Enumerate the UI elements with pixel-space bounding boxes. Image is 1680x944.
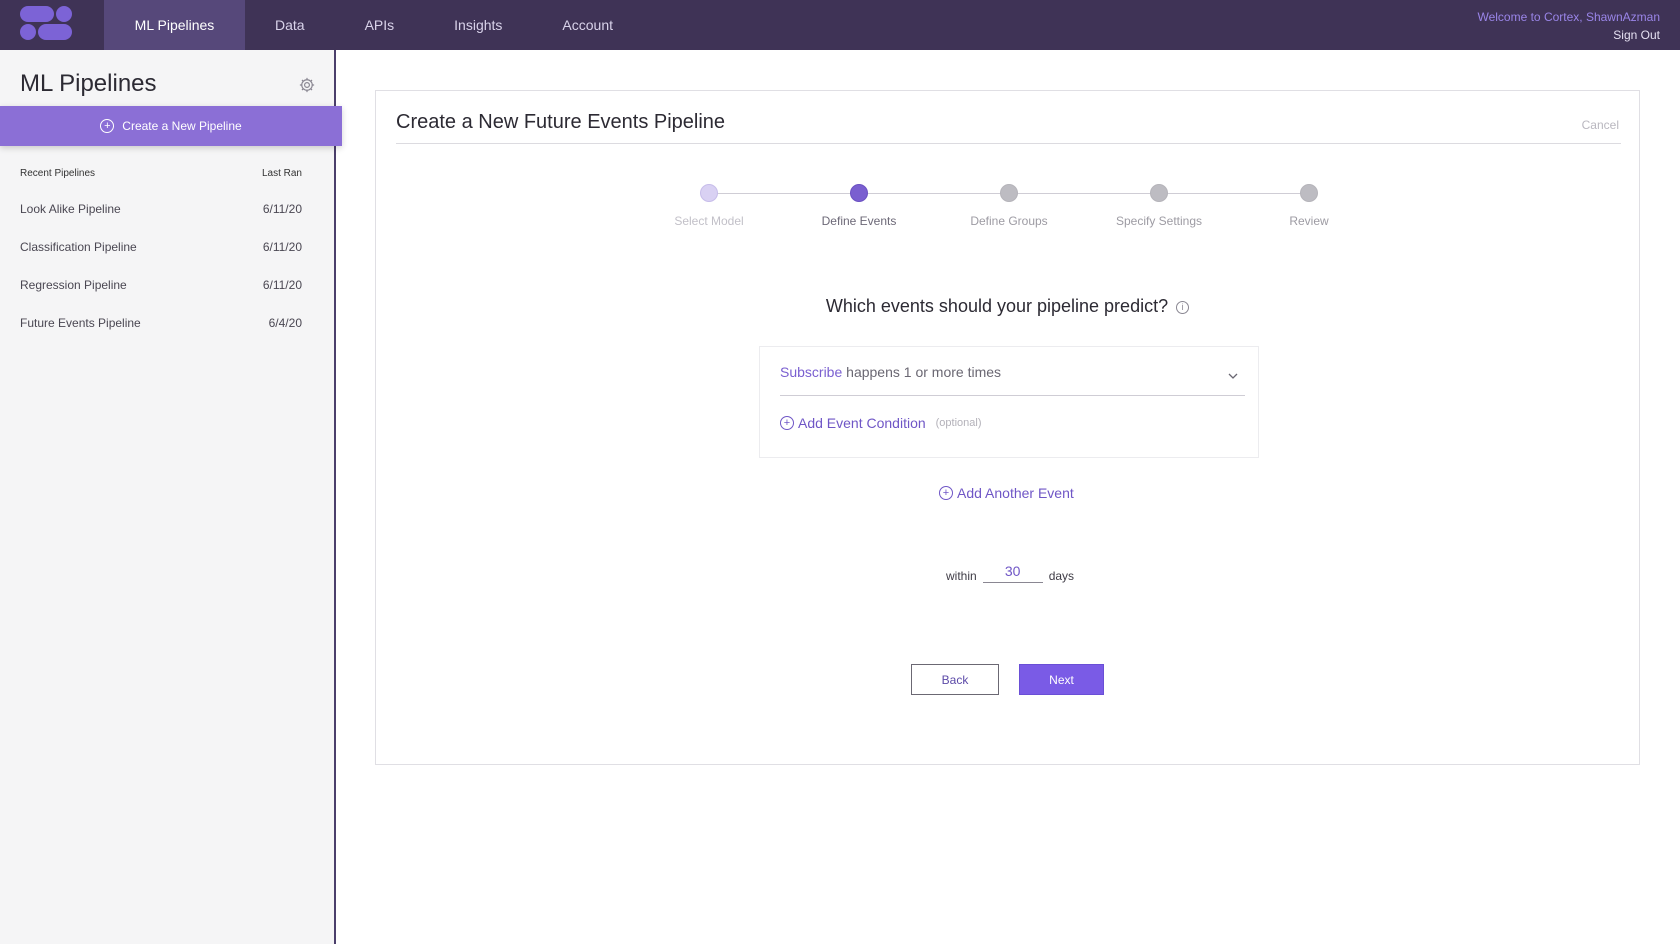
days-label: days bbox=[1048, 569, 1075, 583]
pipeline-item[interactable]: Classification Pipeline 6/11/20 bbox=[20, 240, 302, 254]
pipeline-date: 6/11/20 bbox=[262, 278, 302, 292]
within-days-row: within days bbox=[946, 559, 1074, 583]
add-condition-label: Add Event Condition bbox=[798, 415, 926, 431]
sidebar-title: ML Pipelines bbox=[20, 70, 157, 97]
pipeline-item[interactable]: Future Events Pipeline 6/4/20 bbox=[20, 316, 302, 330]
step-select-model[interactable]: Select Model bbox=[634, 183, 784, 228]
step-review[interactable]: Review bbox=[1234, 183, 1384, 228]
nav-apis[interactable]: APIs bbox=[335, 0, 425, 50]
nav-insights[interactable]: Insights bbox=[424, 0, 532, 50]
step-label: Define Events bbox=[821, 214, 897, 228]
top-nav: ML Pipelines Data APIs Insights Account … bbox=[0, 0, 1680, 50]
step-dot bbox=[1000, 184, 1018, 202]
step-dot bbox=[700, 184, 718, 202]
add-another-label: Add Another Event bbox=[957, 485, 1074, 501]
last-ran-label: Last Ran bbox=[261, 168, 302, 179]
add-another-event-button[interactable]: + Add Another Event bbox=[939, 485, 1074, 501]
pipeline-date: 6/11/20 bbox=[262, 202, 302, 216]
cancel-link[interactable]: Cancel bbox=[1582, 118, 1619, 132]
events-question: Which events should your pipeline predic… bbox=[376, 296, 1639, 317]
optional-label: (optional) bbox=[935, 417, 982, 429]
event-name: Subscribe bbox=[780, 364, 843, 380]
pipeline-name: Look Alike Pipeline bbox=[20, 202, 121, 216]
create-pipeline-button[interactable]: + Create a New Pipeline bbox=[0, 106, 342, 146]
pipeline-item[interactable]: Look Alike Pipeline 6/11/20 bbox=[20, 202, 302, 216]
cortex-logo-icon[interactable] bbox=[0, 0, 104, 50]
step-dot bbox=[850, 184, 868, 202]
create-pipeline-label: Create a New Pipeline bbox=[122, 119, 242, 133]
pipeline-name: Regression Pipeline bbox=[20, 278, 127, 292]
pipeline-date: 6/4/20 bbox=[268, 316, 302, 330]
next-button[interactable]: Next bbox=[1019, 664, 1104, 695]
back-button[interactable]: Back bbox=[911, 664, 999, 695]
nav-ml-pipelines[interactable]: ML Pipelines bbox=[104, 0, 245, 50]
step-label: Review bbox=[1289, 214, 1329, 228]
step-specify-settings[interactable]: Specify Settings bbox=[1084, 183, 1234, 228]
step-label: Select Model bbox=[674, 214, 744, 228]
pipeline-wizard-card: Create a New Future Events Pipeline Canc… bbox=[375, 90, 1640, 765]
sign-out-link[interactable]: Sign Out bbox=[1477, 26, 1660, 44]
pipeline-item[interactable]: Regression Pipeline 6/11/20 bbox=[20, 278, 302, 292]
add-event-condition-button[interactable]: + Add Event Condition (optional) bbox=[780, 415, 982, 431]
gear-icon[interactable] bbox=[298, 76, 316, 94]
sidebar: ML Pipelines + Create a New Pipeline Rec… bbox=[0, 50, 342, 944]
step-define-groups[interactable]: Define Groups bbox=[934, 183, 1084, 228]
recent-pipelines-header: Recent Pipelines Last Ran bbox=[20, 168, 302, 179]
within-label: within bbox=[946, 569, 977, 583]
step-dot bbox=[1300, 184, 1318, 202]
plus-circle-icon: + bbox=[100, 119, 115, 133]
user-welcome: Welcome to Cortex, ShawnAzman Sign Out bbox=[1477, 8, 1660, 44]
plus-circle-icon: + bbox=[939, 486, 953, 500]
days-input[interactable] bbox=[982, 559, 1043, 583]
pipeline-name: Classification Pipeline bbox=[20, 240, 137, 254]
event-definition-box: Subscribe happens 1 or more times + Add … bbox=[759, 346, 1259, 458]
plus-circle-icon: + bbox=[780, 416, 794, 430]
step-label: Define Groups bbox=[970, 214, 1048, 228]
event-rule: happens 1 or more times bbox=[846, 364, 1002, 380]
step-dot bbox=[1150, 184, 1168, 202]
recent-pipelines-label: Recent Pipelines bbox=[20, 168, 96, 179]
question-text: Which events should your pipeline predic… bbox=[825, 296, 1169, 316]
pipeline-date: 6/11/20 bbox=[262, 240, 302, 254]
nav-data[interactable]: Data bbox=[245, 0, 335, 50]
step-label: Specify Settings bbox=[1115, 214, 1203, 228]
page-title: Create a New Future Events Pipeline bbox=[396, 111, 726, 133]
pipeline-name: Future Events Pipeline bbox=[20, 316, 141, 330]
chevron-down-icon bbox=[1228, 373, 1238, 379]
welcome-text: Welcome to Cortex, ShawnAzman bbox=[1477, 10, 1660, 24]
info-icon[interactable]: i bbox=[1176, 300, 1190, 314]
nav-account[interactable]: Account bbox=[532, 0, 643, 50]
wizard-stepper: Select Model Define Events Define Groups… bbox=[666, 183, 1416, 243]
step-define-events[interactable]: Define Events bbox=[784, 183, 934, 228]
divider bbox=[396, 143, 1621, 144]
event-select[interactable]: Subscribe happens 1 or more times bbox=[780, 364, 1245, 396]
